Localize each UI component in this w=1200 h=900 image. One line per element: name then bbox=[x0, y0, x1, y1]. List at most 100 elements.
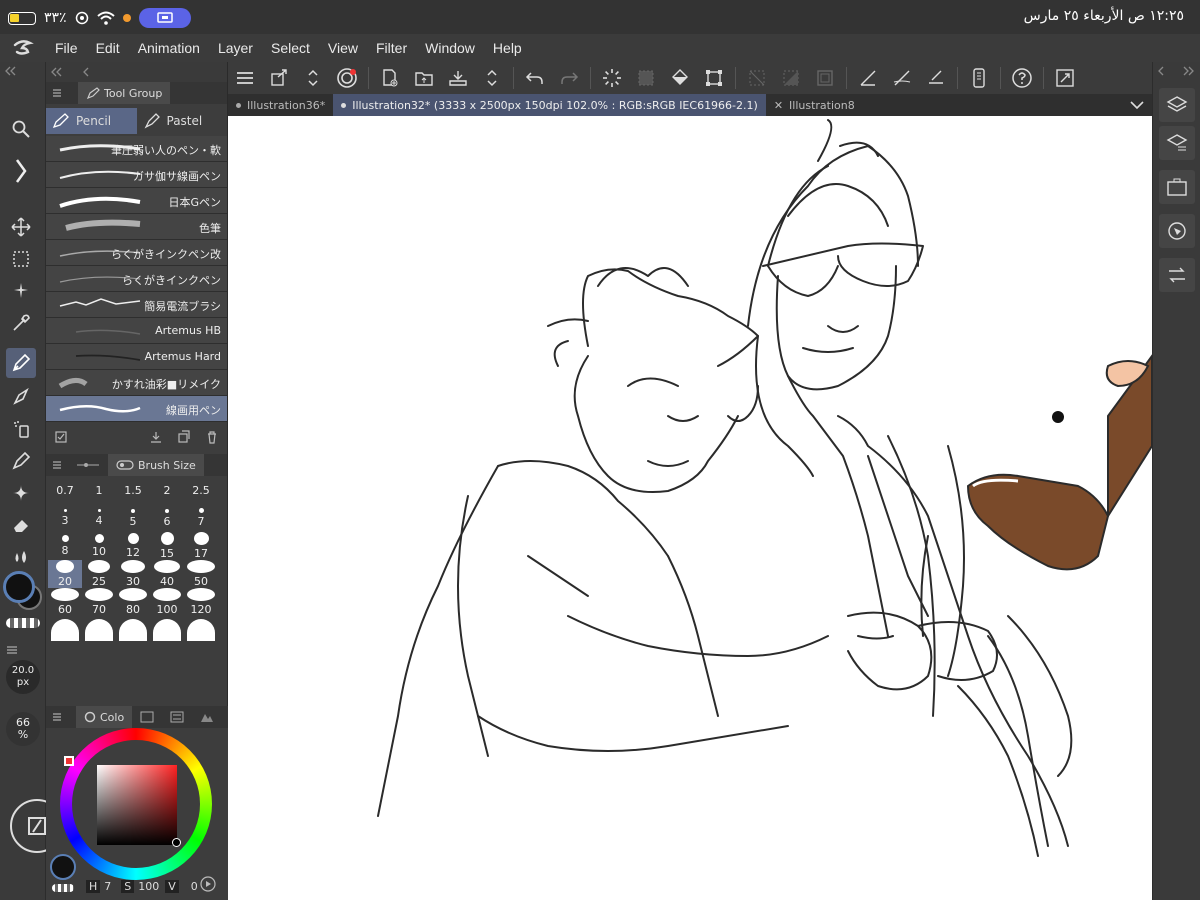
tab-pastel[interactable]: Pastel bbox=[137, 108, 228, 134]
tab-illustration8[interactable]: ✕ Illustration8 bbox=[766, 94, 863, 116]
size-option-selected[interactable]: 20 bbox=[48, 560, 82, 588]
brush-size-readout[interactable]: 20.0 px bbox=[6, 660, 40, 694]
eraser-tool-icon[interactable] bbox=[6, 510, 36, 540]
zoom-tool-icon[interactable] bbox=[6, 114, 36, 144]
saturation-value-square[interactable] bbox=[97, 765, 177, 845]
tab-color-set[interactable] bbox=[132, 706, 162, 728]
size-option-large[interactable] bbox=[184, 616, 218, 644]
chevron-left-icon[interactable] bbox=[1157, 66, 1169, 76]
transform-icon[interactable] bbox=[262, 63, 296, 93]
app-logo-icon[interactable] bbox=[0, 34, 46, 62]
size-option[interactable]: 6 bbox=[150, 504, 184, 532]
size-option[interactable]: 40 bbox=[150, 560, 184, 588]
auto-select-tool-icon[interactable] bbox=[6, 276, 36, 306]
panel-menu-icon[interactable] bbox=[6, 640, 18, 654]
brush-item-selected[interactable]: 線画用ペン bbox=[46, 396, 227, 422]
updown-icon[interactable] bbox=[296, 63, 330, 93]
invert-selection-icon[interactable] bbox=[774, 63, 808, 93]
current-color-swatch[interactable] bbox=[50, 854, 76, 880]
history-icon[interactable] bbox=[1159, 258, 1195, 292]
settings-icon[interactable] bbox=[54, 430, 68, 444]
brush-item[interactable]: らくがきインクペン改 bbox=[46, 240, 227, 266]
expand-panel-icon[interactable] bbox=[6, 156, 36, 186]
size-option[interactable]: 1.5 bbox=[116, 476, 150, 504]
menu-select[interactable]: Select bbox=[262, 40, 319, 56]
menu-file[interactable]: File bbox=[46, 40, 87, 56]
tab-color-slider[interactable] bbox=[162, 706, 192, 728]
size-option[interactable]: 80 bbox=[116, 588, 150, 616]
size-option[interactable]: 2.5 bbox=[184, 476, 218, 504]
size-option[interactable]: 30 bbox=[116, 560, 150, 588]
size-option[interactable]: 15 bbox=[150, 532, 184, 560]
menu-view[interactable]: View bbox=[319, 40, 367, 56]
size-option[interactable]: 3 bbox=[48, 504, 82, 532]
brush-item[interactable]: ガサ伽サ線画ペン bbox=[46, 162, 227, 188]
size-option[interactable]: 25 bbox=[82, 560, 116, 588]
size-option[interactable]: 70 bbox=[82, 588, 116, 616]
menu-window[interactable]: Window bbox=[416, 40, 484, 56]
help-icon[interactable] bbox=[1005, 63, 1039, 93]
updown-icon-2[interactable] bbox=[475, 63, 509, 93]
decoration-tool-icon[interactable] bbox=[6, 446, 36, 476]
menu-layer[interactable]: Layer bbox=[209, 40, 262, 56]
duplicate-icon[interactable] bbox=[177, 430, 191, 444]
layer-properties-icon[interactable] bbox=[1159, 126, 1195, 160]
device-icon[interactable] bbox=[962, 63, 996, 93]
fill-tool-icon[interactable] bbox=[6, 542, 36, 572]
size-option[interactable]: 8 bbox=[48, 532, 82, 560]
chevron-left-icon[interactable] bbox=[82, 67, 90, 77]
trash-icon[interactable] bbox=[205, 430, 219, 444]
size-option[interactable]: 5 bbox=[116, 504, 150, 532]
drawing-canvas[interactable] bbox=[228, 116, 1152, 900]
download-icon[interactable] bbox=[149, 430, 163, 444]
brush-tool-icon[interactable] bbox=[6, 382, 36, 412]
play-icon[interactable] bbox=[200, 876, 216, 892]
panel-menu-icon[interactable] bbox=[52, 88, 62, 98]
airbrush-tool-icon[interactable] bbox=[6, 414, 36, 444]
menu-edit[interactable]: Edit bbox=[87, 40, 129, 56]
marquee-tool-icon[interactable] bbox=[6, 244, 36, 274]
size-option[interactable]: 100 bbox=[150, 588, 184, 616]
fullscreen-icon[interactable] bbox=[1048, 63, 1082, 93]
brush-item[interactable]: かすれ油彩■リメイク bbox=[46, 370, 227, 396]
eyedropper-tool-icon[interactable] bbox=[6, 308, 36, 338]
size-option[interactable]: 7 bbox=[184, 504, 218, 532]
tab-illustration36[interactable]: Illustration36* bbox=[228, 94, 333, 116]
loading-icon[interactable] bbox=[595, 63, 629, 93]
tab-pencil[interactable]: Pencil bbox=[46, 108, 137, 134]
expand-right-icon[interactable] bbox=[1183, 66, 1195, 76]
sv-marker[interactable] bbox=[172, 838, 181, 847]
brush-item[interactable]: らくがきインクペン bbox=[46, 266, 227, 292]
menu-help[interactable]: Help bbox=[484, 40, 531, 56]
collapse-panel-icon[interactable] bbox=[50, 67, 62, 77]
size-option[interactable]: 120 bbox=[184, 588, 218, 616]
collapse-left-icon[interactable] bbox=[4, 66, 16, 76]
size-option[interactable]: 12 bbox=[116, 532, 150, 560]
brush-item[interactable]: 色筆 bbox=[46, 214, 227, 240]
quick-access-icon[interactable] bbox=[330, 63, 364, 93]
size-option-large[interactable] bbox=[150, 616, 184, 644]
redo-icon[interactable] bbox=[552, 63, 586, 93]
ruler-icon[interactable] bbox=[851, 63, 885, 93]
snap-line-icon[interactable] bbox=[919, 63, 953, 93]
opacity-readout[interactable]: 66 % bbox=[6, 712, 40, 746]
size-option-large[interactable] bbox=[82, 616, 116, 644]
sparkle-tool-icon[interactable] bbox=[6, 478, 36, 508]
brush-item[interactable]: 日本Gペン bbox=[46, 188, 227, 214]
pen-tool-icon[interactable] bbox=[6, 348, 36, 378]
brush-item[interactable]: Artemus Hard bbox=[46, 344, 227, 370]
new-file-icon[interactable] bbox=[373, 63, 407, 93]
menu-filter[interactable]: Filter bbox=[367, 40, 416, 56]
transform-selection-icon[interactable] bbox=[697, 63, 731, 93]
material-icon[interactable] bbox=[1159, 170, 1195, 204]
navigator-icon[interactable] bbox=[1159, 214, 1195, 248]
tab-color-wheel[interactable]: Colo bbox=[76, 706, 133, 728]
fill-icon[interactable] bbox=[663, 63, 697, 93]
tab-tool-group[interactable]: Tool Group bbox=[78, 82, 171, 104]
brush-item[interactable]: Artemus HB bbox=[46, 318, 227, 344]
size-option[interactable]: 2 bbox=[150, 476, 184, 504]
size-option[interactable]: 50 bbox=[184, 560, 218, 588]
layers-icon[interactable] bbox=[1159, 88, 1195, 122]
size-option[interactable]: 17 bbox=[184, 532, 218, 560]
selection-border-icon[interactable] bbox=[808, 63, 842, 93]
